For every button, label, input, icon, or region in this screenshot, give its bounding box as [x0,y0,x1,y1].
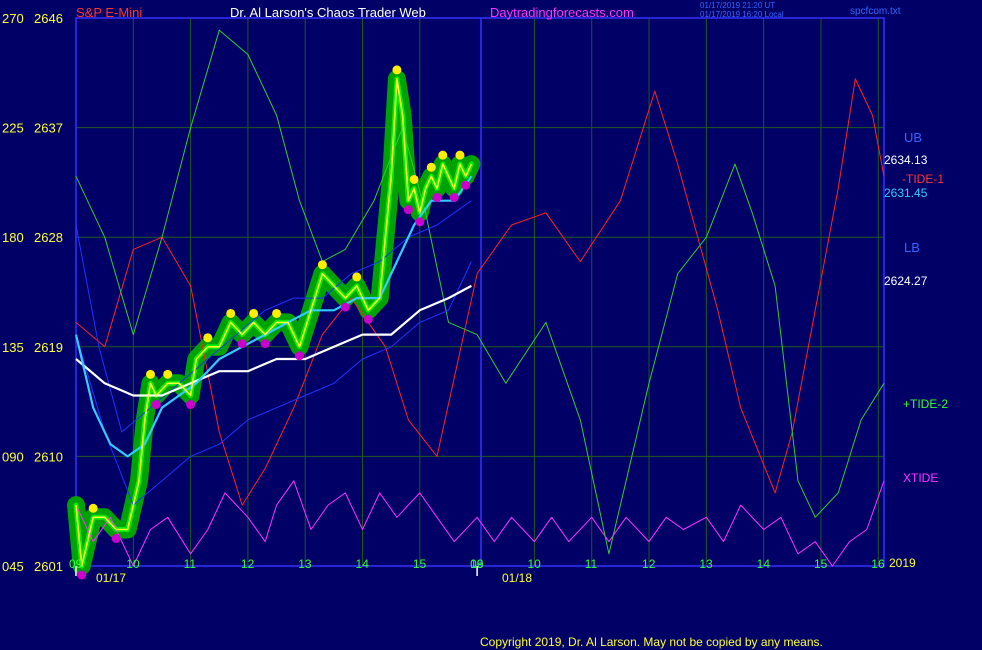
swing-low-marker [186,400,196,410]
price-axis-tick-label: 2628 [34,230,63,245]
hour-tick-label: 10 [126,557,140,571]
price-axis-tick-label: 2637 [34,121,63,136]
data-filename: spcfcom.txt [850,6,901,17]
xtide-label: XTIDE [903,471,938,485]
swing-high-marker [88,503,98,513]
swing-high-marker [226,308,236,318]
swing-low-marker [340,302,350,312]
swing-low-marker [237,339,247,349]
left-axis-tick-label: 090 [2,449,24,464]
swing-low-marker [294,351,304,361]
hour-tick-label: 16 [871,557,885,571]
left-axis-tick-label: 225 [2,121,24,136]
lb-value: 2624.27 [884,274,928,288]
chaos-trader-chart: 270 2646 225 2637 180 2628 135 2619 090 2610 045 26… [0,0,982,650]
swing-high-marker [163,369,173,379]
hour-tick-label: 10 [527,557,541,571]
left-axis-tick-label: 135 [2,340,24,355]
site-url[interactable]: Daytradingforecasts.com [490,5,634,20]
swing-low-marker [77,570,87,580]
swing-high-marker [438,150,448,160]
hour-tick-label: 12 [642,557,656,571]
date-label-day1: 01/17 [96,571,126,585]
ub-value: 2634.13 [884,153,928,167]
swing-high-marker [352,272,362,282]
price-axis-tick-label: 2619 [34,340,63,355]
background [0,0,982,650]
swing-low-marker [403,205,413,215]
swing-high-marker [409,174,419,184]
hour-tick-label: 13 [298,557,312,571]
timestamp-ut: 01/17/2019 21:20 UT [700,1,775,10]
swing-high-marker [317,260,327,270]
date-label-day2: 01/18 [502,571,532,585]
hour-tick-label: 13 [699,557,713,571]
lb-label: LB [904,240,920,255]
ub-label: UB [904,130,922,145]
hour-tick-label: 14 [757,557,771,571]
chart-title: S&P E-Mini [76,5,142,20]
swing-low-marker [151,400,161,410]
swing-low-marker [363,314,373,324]
tide1-label: -TIDE-1 [902,172,944,186]
swing-high-marker [392,65,402,75]
swing-low-marker [260,339,270,349]
year-label: 2019 [889,556,916,570]
swing-low-marker [111,533,121,543]
site-title: Dr. Al Larson's Chaos Trader Web [230,5,426,20]
hour-tick-label: 12 [241,557,255,571]
swing-high-marker [272,308,282,318]
swing-high-marker [426,162,436,172]
swing-high-marker [455,150,465,160]
left-axis-tick-label: 180 [2,230,24,245]
copyright: Copyright 2019, Dr. Al Larson. May not b… [480,635,823,649]
swing-high-marker [145,369,155,379]
swing-low-marker [415,217,425,227]
swing-high-marker [203,333,213,343]
left-axis-tick-label: 270 [2,11,24,26]
swing-low-marker [461,180,471,190]
hour-tick-label: 11 [585,557,598,571]
swing-low-marker [449,192,459,202]
swing-high-marker [249,308,259,318]
timestamp-local: 01/17/2019 16:20 Local [700,10,784,19]
hour-tick-label: 11 [184,557,197,571]
cyan-value: 2631.45 [884,186,928,200]
price-axis-tick-label: 2610 [34,449,63,464]
hour-tick-label: 15 [814,557,828,571]
left-axis-tick-label: 045 [2,559,24,574]
tide2-label: +TIDE-2 [903,397,948,411]
price-axis-tick-label: 2601 [34,559,63,574]
price-axis-tick-label: 2646 [34,11,63,26]
hour-tick-label: 14 [356,557,370,571]
swing-low-marker [432,192,442,202]
hour-tick-label: 15 [413,557,427,571]
